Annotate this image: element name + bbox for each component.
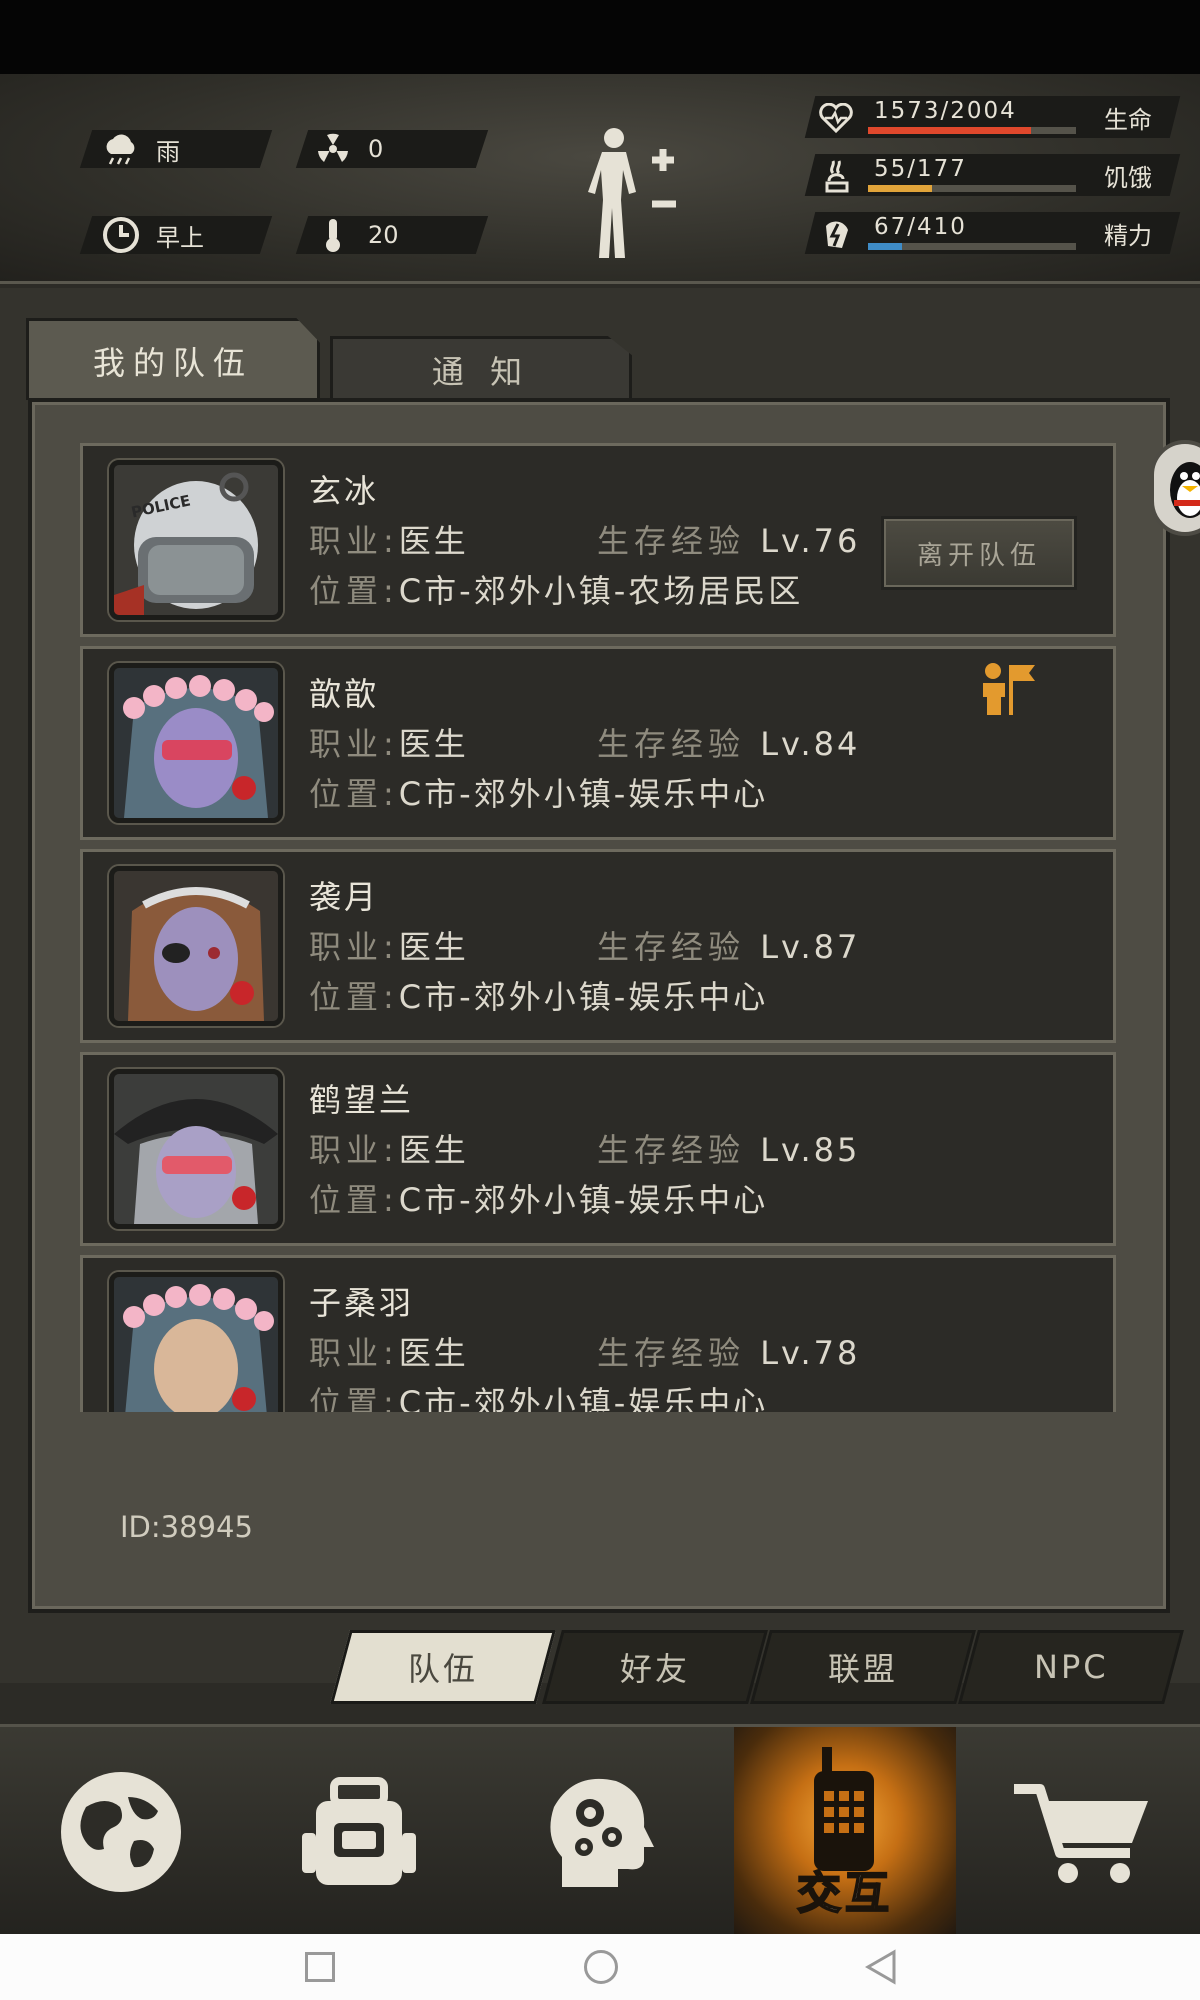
energy-icon <box>816 214 856 254</box>
hunger-stat: 55/177 饥饿 <box>0 154 1200 200</box>
player-hud: 雨 0 早上 20 1573/2004 生命 55/177 饥饿 67/410 … <box>0 74 1200 284</box>
health-value: 1573/2004 <box>874 98 1017 124</box>
team-member-card[interactable]: POLICE 玄冰 职业:医生 生存经验 Lv.76 位置:C市-郊外小镇-农场… <box>80 443 1116 637</box>
android-navigation-bar <box>0 1934 1200 2000</box>
globe-icon <box>61 1772 181 1892</box>
health-bar <box>868 127 1076 134</box>
member-job: 职业:医生 <box>309 725 469 763</box>
nav-backpack-button[interactable] <box>248 1727 470 1937</box>
team-leader-flag-icon <box>979 661 1039 717</box>
social-subtab-bar: 队伍 好友 联盟 NPC <box>330 1630 1184 1710</box>
team-member-card[interactable]: 歆歆 职业:医生 生存经验 Lv.84 位置:C市-郊外小镇-娱乐中心 <box>80 646 1116 840</box>
nav-interact-button[interactable]: 交互 <box>734 1727 956 1937</box>
energy-stat: 67/410 精力 <box>0 212 1200 258</box>
backpack-icon <box>302 1777 416 1885</box>
subtab-friends[interactable]: 好友 <box>542 1630 768 1704</box>
subtab-npc[interactable]: NPC <box>958 1630 1184 1704</box>
tab-my-team[interactable]: 我的队伍 <box>26 318 320 400</box>
member-exp: 生存经验 Lv.78 <box>597 1334 861 1372</box>
member-location: 位置:C市-郊外小镇-娱乐中心 <box>309 978 769 1016</box>
bottom-navigation: 交互 <box>0 1724 1200 1937</box>
recent-apps-icon[interactable] <box>305 1952 335 1982</box>
team-member-card[interactable]: 袭月 职业:医生 生存经验 Lv.87 位置:C市-郊外小镇-娱乐中心 <box>80 849 1116 1043</box>
nav-shop-button[interactable] <box>972 1727 1194 1937</box>
hunger-value: 55/177 <box>874 156 967 182</box>
home-icon[interactable] <box>584 1950 618 1984</box>
member-avatar <box>109 866 283 1026</box>
member-avatar <box>109 1272 283 1412</box>
health-label: 生命 <box>1104 106 1152 134</box>
nav-map-button[interactable] <box>10 1727 232 1937</box>
member-name: 玄冰 <box>309 472 380 510</box>
team-member-card[interactable]: 鹤望兰 职业:医生 生存经验 Lv.85 位置:C市-郊外小镇-娱乐中心 <box>80 1052 1116 1246</box>
energy-bar <box>868 243 1076 250</box>
nav-skills-button[interactable] <box>486 1727 708 1937</box>
member-job: 职业:医生 <box>309 1334 469 1372</box>
leave-team-button[interactable]: 离开队伍 <box>881 516 1077 590</box>
energy-label: 精力 <box>1104 222 1152 250</box>
subtab-alliance[interactable]: 联盟 <box>750 1630 976 1704</box>
member-location: 位置:C市-郊外小镇-娱乐中心 <box>309 775 769 813</box>
nav-interact-label: 交互 <box>796 1867 893 1920</box>
shopping-cart-icon <box>1014 1784 1148 1883</box>
member-job: 职业:医生 <box>309 928 469 966</box>
subtab-team[interactable]: 队伍 <box>330 1630 556 1704</box>
user-id: ID:38945 <box>120 1510 253 1544</box>
member-exp: 生存经验 Lv.84 <box>597 725 861 763</box>
member-name: 歆歆 <box>309 675 380 713</box>
hunger-icon <box>816 156 856 196</box>
member-avatar: POLICE <box>109 460 283 620</box>
member-avatar <box>109 1069 283 1229</box>
member-exp: 生存经验 Lv.87 <box>597 928 861 966</box>
system-status-bar <box>0 0 1200 74</box>
member-location: 位置:C市-郊外小镇-娱乐中心 <box>309 1181 769 1219</box>
back-icon[interactable] <box>864 1948 898 1986</box>
member-job: 职业:医生 <box>309 1131 469 1169</box>
member-avatar <box>109 663 283 823</box>
member-name: 袭月 <box>309 878 380 916</box>
heart-icon <box>816 98 856 138</box>
member-job: 职业:医生 <box>309 522 469 560</box>
member-name: 子桑羽 <box>309 1284 415 1322</box>
head-gears-icon <box>550 1778 654 1887</box>
member-exp: 生存经验 Lv.85 <box>597 1131 861 1169</box>
penguin-icon <box>1170 462 1200 518</box>
hunger-bar <box>868 185 1076 192</box>
member-exp: 生存经验 Lv.76 <box>597 522 861 560</box>
team-member-card[interactable]: 子桑羽 职业:医生 生存经验 Lv.78 位置:C市-郊外小镇-娱乐中心 <box>80 1255 1116 1412</box>
hunger-label: 饥饿 <box>1104 164 1152 192</box>
tab-notice[interactable]: 通 知 <box>330 336 632 400</box>
member-name: 鹤望兰 <box>309 1081 415 1119</box>
team-member-list[interactable]: POLICE 玄冰 职业:医生 生存经验 Lv.76 位置:C市-郊外小镇-农场… <box>80 440 1116 1412</box>
health-stat: 1573/2004 生命 <box>0 96 1200 142</box>
floating-chat-button[interactable] <box>1150 440 1200 536</box>
member-location: 位置:C市-郊外小镇-娱乐中心 <box>309 1384 769 1412</box>
energy-value: 67/410 <box>874 214 967 240</box>
member-location: 位置:C市-郊外小镇-农场居民区 <box>309 572 804 610</box>
